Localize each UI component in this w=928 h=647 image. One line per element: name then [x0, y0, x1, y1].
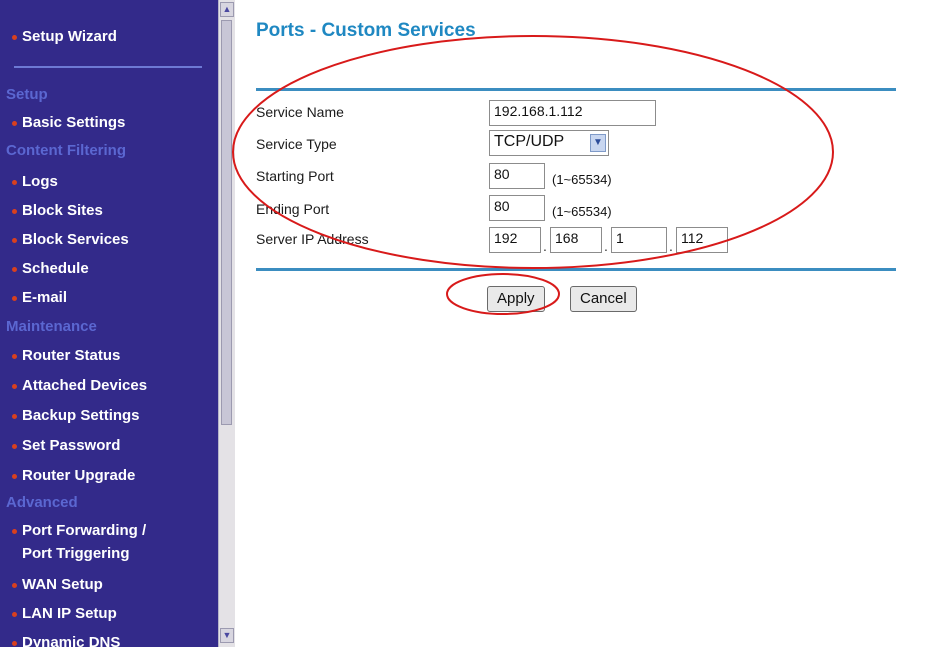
scroll-up-icon[interactable]: ▲ [220, 2, 234, 17]
sidebar-heading-advanced: Advanced [6, 494, 78, 511]
ip-separator: . [669, 238, 673, 254]
bullet-icon [12, 641, 17, 646]
sidebar-item-port-triggering[interactable]: Port Triggering [22, 545, 130, 562]
server-ip-octet-1[interactable]: 192 [489, 227, 541, 253]
service-type-label: Service Type [256, 136, 337, 152]
server-ip-octet-4[interactable]: 112 [676, 227, 728, 253]
sidebar-scrollbar[interactable]: ▲ ▼ [218, 0, 235, 647]
sidebar-item-email[interactable]: E-mail [12, 289, 67, 306]
page-title: Ports - Custom Services [256, 20, 476, 41]
cancel-button[interactable]: Cancel [570, 286, 637, 312]
sidebar-item-lan-ip-setup[interactable]: LAN IP Setup [12, 605, 117, 622]
ip-separator: . [543, 238, 547, 254]
bullet-icon [12, 583, 17, 588]
ip-separator: . [604, 238, 608, 254]
bullet-icon [12, 35, 17, 40]
sidebar-item-port-forwarding[interactable]: Port Forwarding / [12, 522, 146, 539]
server-ip-octet-2[interactable]: 168 [550, 227, 602, 253]
sidebar-heading-maintenance: Maintenance [6, 318, 97, 335]
bottom-divider [256, 268, 896, 271]
sidebar-heading-content-filtering: Content Filtering [6, 142, 126, 159]
sidebar-item-block-sites[interactable]: Block Sites [12, 202, 103, 219]
bullet-icon [12, 612, 17, 617]
sidebar-item-basic-settings[interactable]: Basic Settings [12, 114, 125, 131]
bullet-icon [12, 267, 17, 272]
bullet-icon [12, 180, 17, 185]
service-name-input[interactable]: 192.168.1.112 [489, 100, 656, 126]
service-type-select[interactable]: TCP/UDP ▼ [489, 130, 609, 156]
sidebar-item-logs[interactable]: Logs [12, 173, 58, 190]
sidebar-item-router-upgrade[interactable]: Router Upgrade [12, 467, 135, 484]
server-ip-octet-3[interactable]: 1 [611, 227, 667, 253]
server-ip-label: Server IP Address [256, 231, 369, 247]
bullet-icon [12, 296, 17, 301]
sidebar-item-router-status[interactable]: Router Status [12, 347, 120, 364]
bullet-icon [12, 529, 17, 534]
scroll-down-icon[interactable]: ▼ [220, 628, 234, 643]
starting-port-label: Starting Port [256, 168, 334, 184]
bullet-icon [12, 384, 17, 389]
sidebar-heading-setup: Setup [6, 86, 48, 103]
sidebar: Setup Wizard Setup Basic Settings Conten… [0, 0, 218, 647]
sidebar-item-wan-setup[interactable]: WAN Setup [12, 576, 103, 593]
ending-port-label: Ending Port [256, 201, 330, 217]
sidebar-item-block-services[interactable]: Block Services [12, 231, 129, 248]
bullet-icon [12, 238, 17, 243]
bullet-icon [12, 354, 17, 359]
sidebar-item-backup-settings[interactable]: Backup Settings [12, 407, 140, 424]
starting-port-input[interactable]: 80 [489, 163, 545, 189]
sidebar-item-dynamic-dns[interactable]: Dynamic DNS [12, 634, 120, 647]
ending-port-input[interactable]: 80 [489, 195, 545, 221]
bullet-icon [12, 474, 17, 479]
apply-button[interactable]: Apply [487, 286, 545, 312]
service-name-label: Service Name [256, 104, 344, 120]
starting-port-hint: (1~65534) [552, 172, 612, 187]
ending-port-hint: (1~65534) [552, 204, 612, 219]
top-divider [256, 88, 896, 91]
sidebar-item-attached-devices[interactable]: Attached Devices [12, 377, 147, 394]
sidebar-item-setup-wizard[interactable]: Setup Wizard [12, 28, 117, 45]
sidebar-item-set-password[interactable]: Set Password [12, 437, 120, 454]
bullet-icon [12, 209, 17, 214]
service-type-value: TCP/UDP [494, 133, 565, 150]
chevron-down-icon[interactable]: ▼ [590, 134, 606, 152]
sidebar-separator [14, 66, 202, 68]
bullet-icon [12, 414, 17, 419]
main-content: Ports - Custom Services Service Name 192… [236, 0, 928, 647]
sidebar-item-schedule[interactable]: Schedule [12, 260, 89, 277]
bullet-icon [12, 444, 17, 449]
scrollbar-thumb[interactable] [221, 20, 232, 425]
bullet-icon [12, 121, 17, 126]
